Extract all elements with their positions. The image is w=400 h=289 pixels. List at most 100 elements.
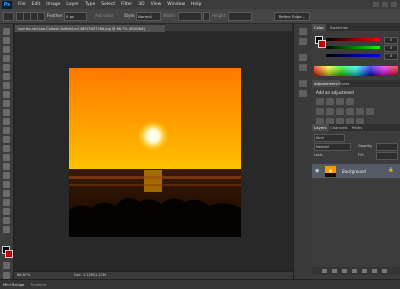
intersect-selection-icon[interactable] — [37, 12, 45, 21]
clone-stamp-tool-icon[interactable] — [3, 100, 10, 107]
menu-file[interactable]: File — [18, 2, 26, 7]
properties-panel-icon[interactable] — [299, 38, 307, 45]
blue-value[interactable]: 0 — [384, 53, 398, 60]
photo-filter-icon[interactable] — [356, 108, 364, 115]
eyedropper-tool-icon[interactable] — [3, 73, 10, 80]
anti-alias-checkbox[interactable]: Anti-alias — [95, 13, 114, 18]
gradient-tool-icon[interactable] — [3, 127, 10, 134]
history-panel-icon[interactable] — [299, 28, 307, 35]
refine-edge-button[interactable]: Refine Edge... — [274, 12, 310, 21]
swap-dimensions-icon[interactable] — [203, 12, 210, 21]
paragraph-panel-icon[interactable] — [299, 64, 307, 71]
path-selection-tool-icon[interactable] — [3, 172, 10, 179]
zoom-level[interactable]: 66.67% — [17, 273, 30, 277]
tab-timeline[interactable]: Timeline — [30, 282, 46, 287]
right-panels: Color Swatches 0 0 0 Adjustments Styles … — [312, 24, 400, 279]
menu-3d[interactable]: 3D — [138, 2, 144, 7]
levels-icon[interactable] — [326, 98, 334, 105]
vibrance-icon[interactable] — [316, 108, 324, 115]
feather-input[interactable]: 0 px — [64, 12, 87, 21]
background-color-swatch[interactable] — [5, 250, 13, 258]
eraser-tool-icon[interactable] — [3, 118, 10, 125]
minimize-button[interactable] — [373, 2, 379, 7]
style-select[interactable]: Normal — [136, 12, 161, 21]
move-tool-icon[interactable] — [3, 28, 10, 35]
menu-filter[interactable]: Filter — [121, 2, 132, 7]
tab-channels[interactable]: Channels — [328, 124, 350, 131]
red-value[interactable]: 0 — [384, 37, 398, 44]
blue-slider[interactable] — [326, 54, 380, 57]
layer-row-background[interactable]: ◉ Background 🔒 — [312, 164, 400, 178]
fill-label: Fill: — [358, 153, 364, 157]
menu-type[interactable]: Type — [85, 2, 95, 7]
layer-style-icon[interactable] — [332, 269, 337, 273]
blur-tool-icon[interactable] — [3, 136, 10, 143]
menu-edit[interactable]: Edit — [32, 2, 41, 7]
extra-tool-icon[interactable] — [3, 226, 10, 233]
healing-brush-tool-icon[interactable] — [3, 82, 10, 89]
menu-select[interactable]: Select — [101, 2, 115, 7]
menu-view[interactable]: View — [151, 2, 162, 7]
quick-mask-icon[interactable] — [3, 262, 10, 269]
fill-input[interactable] — [376, 152, 398, 160]
menu-help[interactable]: Help — [191, 2, 201, 7]
shape-tool-icon[interactable] — [3, 181, 10, 188]
brush-presets-icon[interactable] — [299, 90, 307, 97]
close-button[interactable] — [391, 2, 397, 7]
quick-selection-tool-icon[interactable] — [3, 55, 10, 62]
width-input[interactable] — [178, 12, 202, 21]
layer-mask-icon[interactable] — [342, 269, 347, 273]
screen-mode-icon[interactable] — [3, 272, 10, 279]
color-balance-icon[interactable] — [336, 108, 344, 115]
tab-layers[interactable]: Layers — [312, 124, 329, 131]
layer-name[interactable]: Background — [342, 169, 366, 174]
channel-mixer-icon[interactable] — [366, 108, 374, 115]
group-layers-icon[interactable] — [362, 269, 367, 273]
link-layers-icon[interactable] — [322, 269, 327, 273]
layer-filter-kind[interactable]: Kind — [314, 134, 345, 142]
panel-dock — [293, 24, 313, 279]
tab-mini-bridge[interactable]: Mini Bridge — [3, 282, 24, 287]
crop-tool-icon[interactable] — [3, 64, 10, 71]
new-layer-icon[interactable] — [372, 269, 377, 273]
hand-tool-icon[interactable] — [3, 208, 10, 215]
history-brush-tool-icon[interactable] — [3, 109, 10, 116]
3d-camera-tool-icon[interactable] — [3, 199, 10, 206]
color-spectrum[interactable] — [314, 66, 398, 76]
height-input[interactable] — [228, 12, 252, 21]
curves-icon[interactable] — [336, 98, 344, 105]
green-value[interactable]: 0 — [384, 45, 398, 52]
3d-rotate-tool-icon[interactable] — [3, 190, 10, 197]
dodge-tool-icon[interactable] — [3, 145, 10, 152]
character-panel-icon[interactable] — [299, 54, 307, 61]
green-slider[interactable] — [326, 46, 380, 49]
tab-swatches[interactable]: Swatches — [328, 24, 350, 31]
tab-styles[interactable]: Styles — [336, 80, 352, 87]
marquee-tool-icon[interactable] — [3, 37, 10, 44]
brush-panel-icon[interactable] — [299, 80, 307, 87]
zoom-tool-icon[interactable] — [3, 217, 10, 224]
brightness-contrast-icon[interactable] — [316, 98, 324, 105]
menu-layer[interactable]: Layer — [66, 2, 79, 7]
tab-paths[interactable]: Paths — [350, 124, 364, 131]
pen-tool-icon[interactable] — [3, 154, 10, 161]
brush-tool-icon[interactable] — [3, 91, 10, 98]
opacity-input[interactable] — [376, 143, 398, 151]
black-white-icon[interactable] — [346, 108, 354, 115]
adjustment-layer-icon[interactable] — [352, 269, 357, 273]
maximize-button[interactable] — [382, 2, 388, 7]
color-background-swatch[interactable] — [318, 40, 326, 48]
hue-saturation-icon[interactable] — [326, 108, 334, 115]
canvas-area[interactable] — [14, 32, 293, 271]
blend-mode-select[interactable]: Normal — [314, 143, 351, 151]
type-tool-icon[interactable] — [3, 163, 10, 170]
delete-layer-icon[interactable] — [382, 269, 387, 273]
red-slider[interactable] — [326, 38, 380, 41]
tab-color[interactable]: Color — [312, 24, 326, 31]
lasso-tool-icon[interactable] — [3, 46, 10, 53]
exposure-icon[interactable] — [346, 98, 354, 105]
visibility-eye-icon[interactable]: ◉ — [315, 168, 319, 174]
menu-image[interactable]: Image — [46, 2, 60, 7]
menu-window[interactable]: Window — [167, 2, 185, 7]
marquee-tool-preset-icon[interactable] — [3, 12, 14, 21]
